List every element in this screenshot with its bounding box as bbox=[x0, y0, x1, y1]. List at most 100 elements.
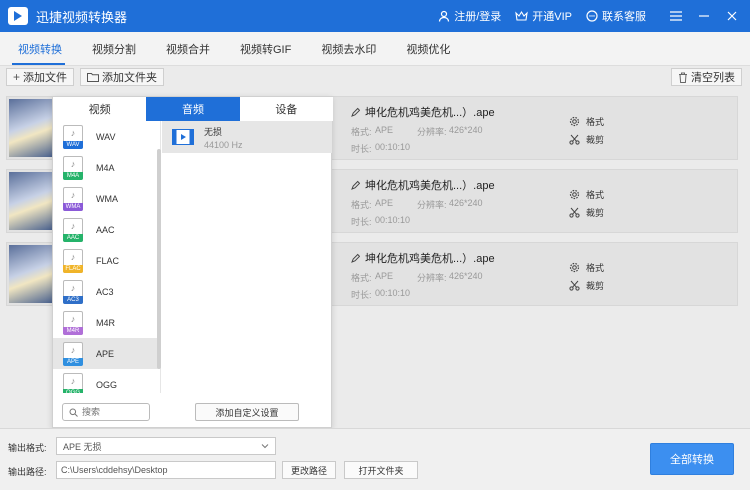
support-link[interactable]: 联系客服 bbox=[586, 8, 646, 24]
duration-label: 时长: bbox=[351, 217, 372, 227]
audio-file-icon: ♪ AC3 bbox=[63, 279, 83, 304]
search-icon bbox=[69, 408, 78, 417]
edit-icon bbox=[351, 180, 360, 190]
support-label: 联系客服 bbox=[602, 11, 646, 23]
format-name: M4R bbox=[96, 317, 116, 328]
format-settings-button[interactable]: 格式 bbox=[569, 115, 604, 128]
folder-icon bbox=[87, 73, 100, 82]
add-custom-setting-button[interactable]: 添加自定义设置 bbox=[195, 403, 299, 421]
format-settings-button[interactable]: 格式 bbox=[569, 261, 604, 274]
audio-file-icon: ♪ APE bbox=[63, 341, 83, 366]
cut-button[interactable]: 裁剪 bbox=[569, 133, 604, 146]
format-name: WMA bbox=[96, 193, 118, 204]
vip-link[interactable]: 开通VIP bbox=[515, 8, 572, 24]
resolution-value: 426*240 bbox=[449, 198, 483, 208]
tab-video-merge[interactable]: 视频合并 bbox=[151, 32, 225, 65]
scissors-icon bbox=[569, 207, 580, 218]
video-thumbnail bbox=[9, 172, 53, 230]
format-item-wma[interactable]: ♪ WMA WMA bbox=[53, 183, 160, 214]
audio-file-icon: ♪ M4A bbox=[63, 155, 83, 180]
format-search-box[interactable] bbox=[62, 403, 150, 421]
main-tabs: 视频转换 视频分割 视频合并 视频转GIF 视频去水印 视频优化 bbox=[0, 32, 750, 66]
preset-item-lossless[interactable]: 无损 44100 Hz bbox=[162, 121, 332, 153]
tab-video-split[interactable]: 视频分割 bbox=[77, 32, 151, 65]
title-bar: 迅捷视频转换器 注册/登录 开通VIP 联系客服 bbox=[0, 0, 750, 32]
format-item-m4r[interactable]: ♪ M4R M4R bbox=[53, 307, 160, 338]
gear-icon bbox=[569, 116, 580, 127]
cut-button[interactable]: 裁剪 bbox=[569, 206, 604, 219]
tab-device-formats[interactable]: 设备 bbox=[239, 97, 333, 121]
output-format-label: 输出格式: bbox=[8, 443, 47, 453]
login-label: 注册/登录 bbox=[454, 11, 502, 23]
change-path-button[interactable]: 更改路径 bbox=[282, 461, 336, 479]
tab-audio-formats[interactable]: 音频 bbox=[146, 97, 240, 121]
tab-video-formats[interactable]: 视频 bbox=[53, 97, 147, 121]
cut-action-label: 裁剪 bbox=[586, 208, 605, 218]
format-name: OGG bbox=[96, 379, 118, 390]
convert-all-button[interactable]: 全部转换 bbox=[650, 443, 734, 475]
minimize-button[interactable] bbox=[692, 0, 716, 32]
format-name: APE bbox=[96, 348, 115, 359]
format-list-scrollbar[interactable] bbox=[157, 149, 161, 369]
format-item-ape[interactable]: ♪ APE APE bbox=[53, 338, 160, 369]
close-icon bbox=[727, 11, 737, 21]
format-search-input[interactable] bbox=[82, 407, 142, 417]
duration-label: 时长: bbox=[351, 144, 372, 154]
cut-button[interactable]: 裁剪 bbox=[569, 279, 604, 292]
open-folder-button[interactable]: 打开文件夹 bbox=[344, 461, 418, 479]
video-thumbnail bbox=[9, 245, 53, 303]
format-item-wav[interactable]: ♪ WAV WAV bbox=[53, 121, 160, 152]
format-action-label: 格式 bbox=[586, 117, 605, 127]
format-name: AC3 bbox=[96, 286, 114, 297]
format-item-ogg[interactable]: ♪ OGG OGG bbox=[53, 369, 160, 393]
cut-action-label: 裁剪 bbox=[586, 281, 605, 291]
format-item-aac[interactable]: ♪ AAC AAC bbox=[53, 214, 160, 245]
file-name-label: 坤化危机鸡美危机...）.ape bbox=[365, 107, 495, 119]
gear-icon bbox=[569, 262, 580, 273]
format-value: APE bbox=[375, 125, 394, 135]
format-name: AAC bbox=[96, 224, 115, 235]
format-list: ♪ WAV WAV ♪ M4A M4A ♪ WMA WMA ♪ AAC AAC ♪ FLA… bbox=[53, 121, 161, 393]
tab-remove-watermark[interactable]: 视频去水印 bbox=[306, 32, 391, 65]
file-name[interactable]: 坤化危机鸡美危机...）.ape bbox=[351, 104, 495, 120]
resolution-label: 分辨率: bbox=[417, 273, 447, 283]
scissors-icon bbox=[569, 280, 580, 291]
trash-icon bbox=[679, 72, 687, 83]
add-file-button[interactable]: + 添加文件 bbox=[6, 68, 75, 86]
output-format-value: APE 无损 bbox=[63, 441, 102, 452]
format-value: APE bbox=[375, 271, 394, 281]
format-settings-button[interactable]: 格式 bbox=[569, 188, 604, 201]
file-name[interactable]: 坤化危机鸡美危机...）.ape bbox=[351, 177, 495, 193]
tab-video-optimize[interactable]: 视频优化 bbox=[391, 32, 465, 65]
minimize-icon bbox=[699, 15, 709, 17]
format-item-m4a[interactable]: ♪ M4A M4A bbox=[53, 152, 160, 183]
duration-value: 00:10:10 bbox=[375, 215, 411, 225]
audio-file-icon: ♪ WMA bbox=[63, 186, 83, 211]
audio-file-icon: ♪ AAC bbox=[63, 217, 83, 242]
cut-action-label: 裁剪 bbox=[586, 135, 605, 145]
chat-icon bbox=[586, 10, 598, 22]
file-name[interactable]: 坤化危机鸡美危机...）.ape bbox=[351, 250, 495, 266]
format-category-tabs: 视频 音频 设备 bbox=[53, 97, 333, 121]
resolution-label: 分辨率: bbox=[417, 127, 447, 137]
resolution-label: 分辨率: bbox=[417, 200, 447, 210]
add-folder-button[interactable]: 添加文件夹 bbox=[80, 68, 165, 86]
login-link[interactable]: 注册/登录 bbox=[438, 8, 501, 24]
format-item-ac3[interactable]: ♪ AC3 AC3 bbox=[53, 276, 160, 307]
duration-value: 00:10:10 bbox=[375, 288, 411, 298]
output-format-select[interactable]: APE 无损 bbox=[56, 437, 276, 455]
audio-file-icon: ♪ WAV bbox=[63, 124, 83, 149]
tab-video-convert[interactable]: 视频转换 bbox=[0, 32, 77, 65]
crown-icon bbox=[515, 10, 529, 21]
output-path-input[interactable] bbox=[56, 461, 276, 479]
tab-video-to-gif[interactable]: 视频转GIF bbox=[225, 32, 306, 65]
format-item-flac[interactable]: ♪ FLAC FLAC bbox=[53, 245, 160, 276]
toolbar: + 添加文件 添加文件夹 清空列表 bbox=[0, 66, 750, 88]
format-name: FLAC bbox=[96, 255, 120, 266]
clear-list-label: 清空列表 bbox=[691, 72, 735, 84]
audio-file-icon: ♪ M4R bbox=[63, 310, 83, 335]
clear-list-button[interactable]: 清空列表 bbox=[671, 68, 742, 86]
gear-icon bbox=[569, 189, 580, 200]
menu-button[interactable] bbox=[664, 0, 688, 32]
close-button[interactable] bbox=[720, 0, 744, 32]
